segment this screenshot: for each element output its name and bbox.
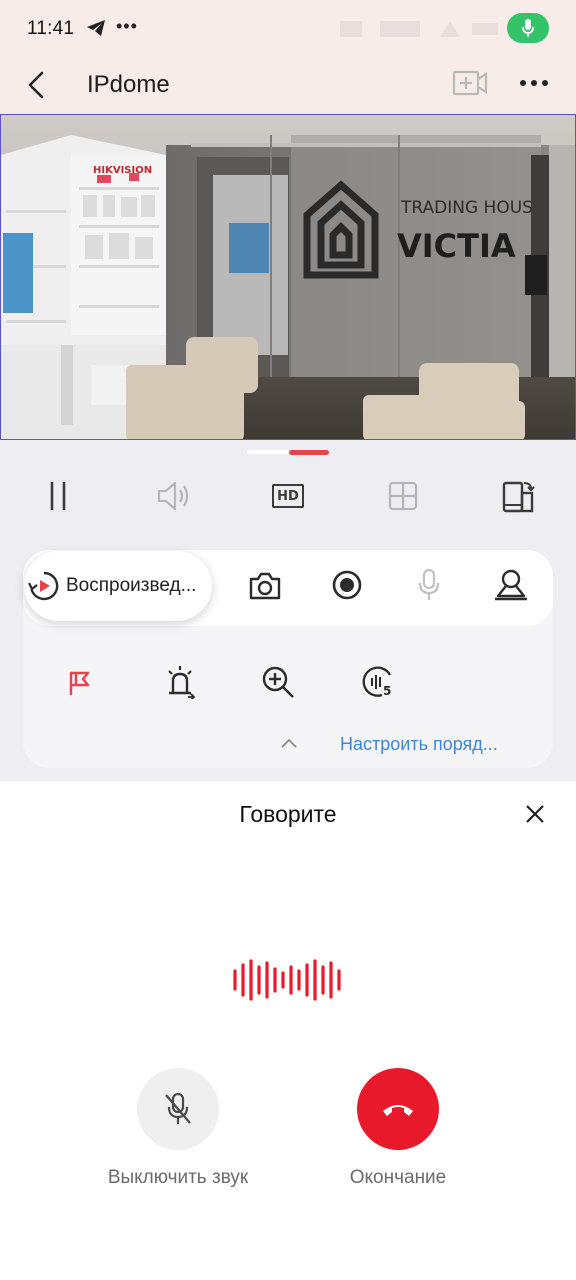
camera-snapshot-icon[interactable] xyxy=(245,566,285,606)
camera-frame-image: HIKVISION TRADING HOUSE VICTIA xyxy=(1,115,575,439)
pause-icon[interactable] xyxy=(38,478,78,514)
playback-icon xyxy=(28,571,59,601)
talk-sheet: Говорите Выключить звук Окончание xyxy=(0,781,576,1280)
hikvision-sign: HIKVISION xyxy=(93,165,152,176)
app-header: IPdome xyxy=(0,58,576,114)
end-call-button[interactable] xyxy=(357,1068,439,1150)
drag-handle-active[interactable] xyxy=(289,450,329,455)
more-notifications-icon: ••• xyxy=(116,16,138,36)
hd-icon[interactable]: HD xyxy=(268,478,308,514)
mute-label: Выключить звук xyxy=(107,1167,249,1188)
page-title: IPdome xyxy=(87,71,170,98)
alarm-flag-icon[interactable] xyxy=(60,663,100,703)
rotate-screen-icon[interactable] xyxy=(498,478,538,514)
chevron-up-icon[interactable] xyxy=(280,736,298,750)
hang-up-icon xyxy=(383,1105,413,1116)
status-bar: 11:41 ••• xyxy=(0,0,576,58)
playback-button[interactable]: Воспроизвед... xyxy=(24,551,212,621)
volume-icon[interactable] xyxy=(153,478,193,514)
multi-view-icon[interactable] xyxy=(383,478,423,514)
record-icon[interactable] xyxy=(327,565,367,605)
talk-sheet-title: Говорите xyxy=(239,801,337,827)
victia-sign: VICTIA xyxy=(397,227,516,265)
system-status-icons xyxy=(340,21,498,37)
trading-house-sign: TRADING HOUSE xyxy=(400,198,544,218)
playback-label: Воспроизвед... xyxy=(66,575,197,596)
hd-label: HD xyxy=(277,488,299,504)
microphone-icon[interactable] xyxy=(409,565,449,605)
back-arrow-icon[interactable] xyxy=(22,68,52,102)
sensitivity-value: 5 xyxy=(383,684,391,698)
mic-off-icon xyxy=(165,1092,191,1124)
mute-button[interactable] xyxy=(137,1068,219,1150)
close-icon[interactable] xyxy=(522,801,548,827)
siren-light-icon[interactable] xyxy=(160,662,200,702)
mic-active-icon[interactable] xyxy=(507,13,549,43)
drag-handle[interactable] xyxy=(247,450,289,454)
ptz-icon[interactable] xyxy=(491,565,531,605)
zoom-in-icon[interactable] xyxy=(258,662,298,702)
more-options-icon[interactable] xyxy=(516,68,552,98)
end-call-label: Окончание xyxy=(349,1167,447,1188)
voice-waveform-icon xyxy=(233,959,341,1001)
sensitivity-icon[interactable]: 5 xyxy=(359,662,399,702)
player-controls: HD xyxy=(0,440,576,526)
add-camera-icon[interactable] xyxy=(452,68,488,98)
telegram-icon xyxy=(87,20,105,36)
live-video-feed[interactable]: HIKVISION TRADING HOUSE VICTIA xyxy=(0,114,576,440)
customize-order-link[interactable]: Настроить поряд... xyxy=(340,734,498,755)
status-time: 11:41 xyxy=(27,18,75,39)
